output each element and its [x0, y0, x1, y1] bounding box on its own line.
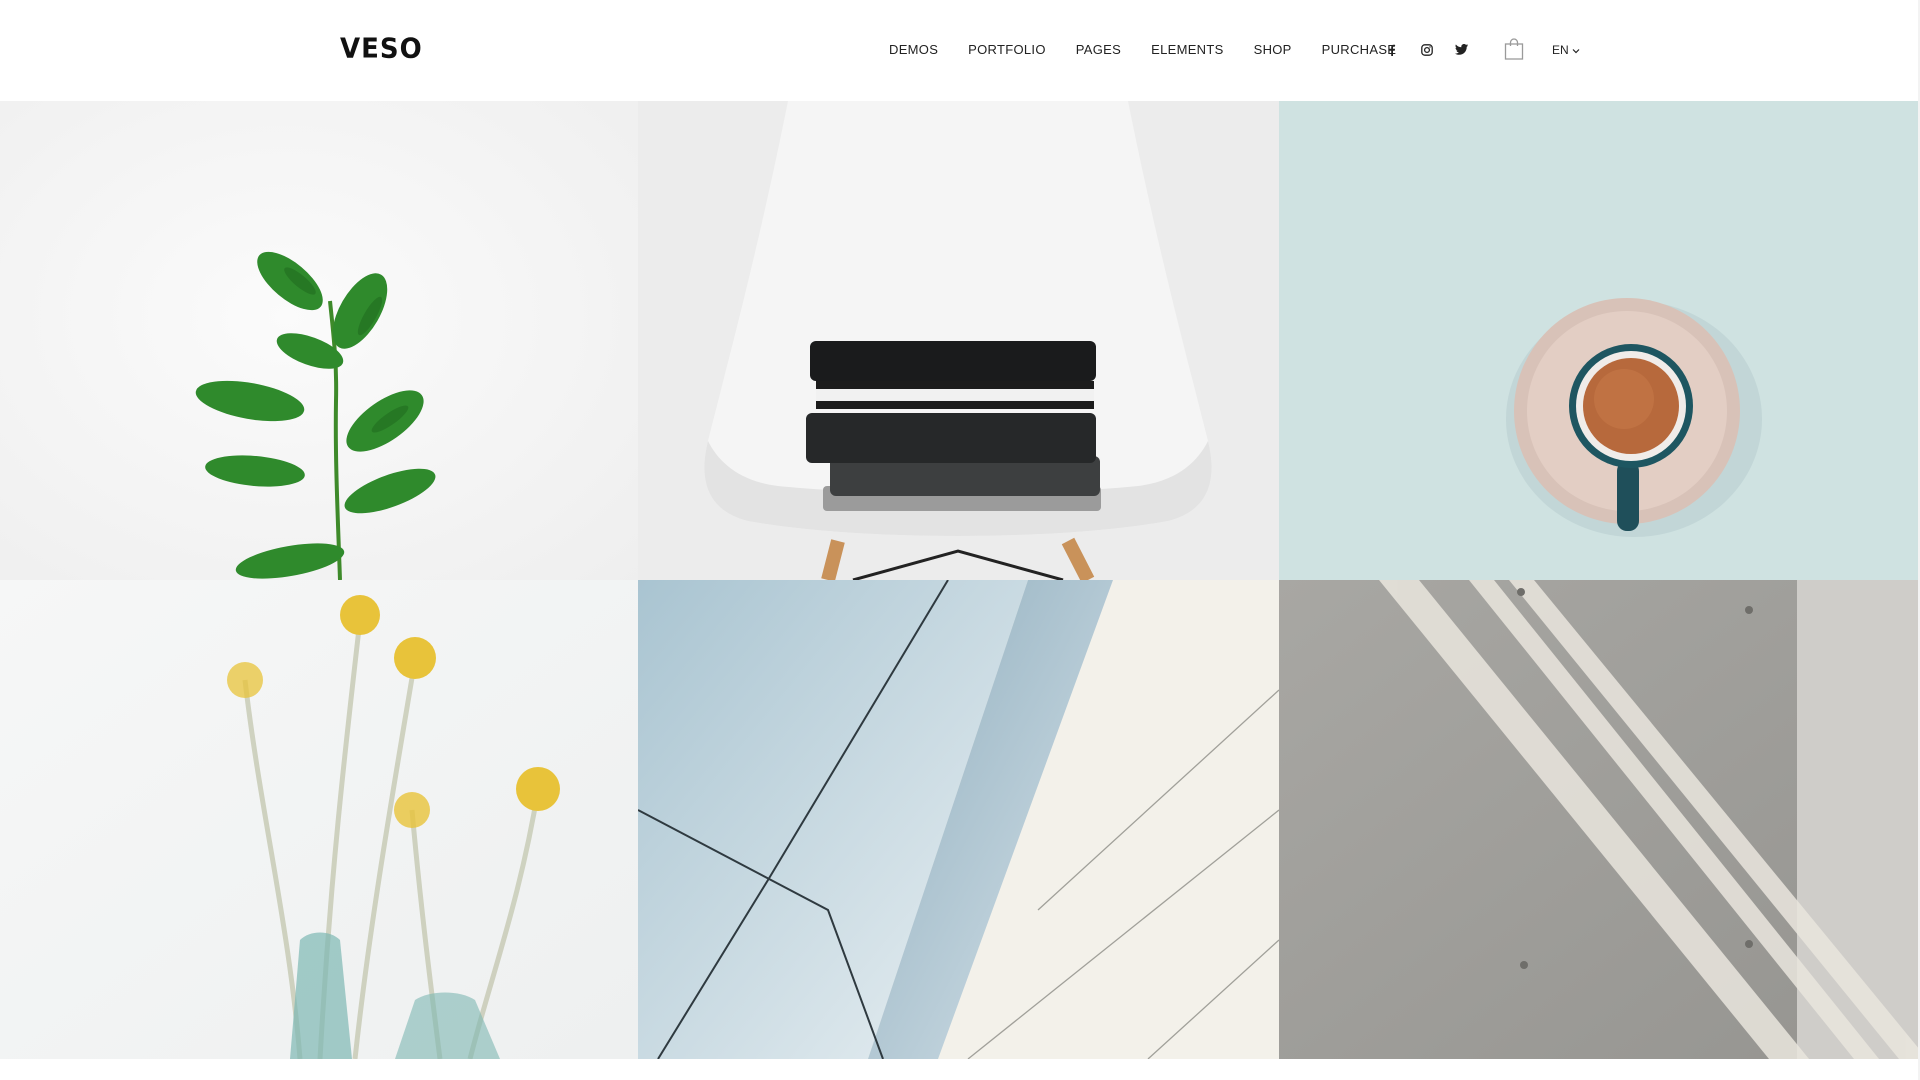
gallery-tile-concrete[interactable]	[1279, 580, 1920, 1059]
shopping-bag-icon[interactable]	[1504, 38, 1524, 60]
main-nav: DEMOS PORTFOLIO PAGES ELEMENTS SHOP PURC…	[889, 42, 1426, 57]
language-label: EN	[1552, 43, 1569, 57]
gallery-tile-coffee[interactable]	[1279, 101, 1920, 580]
nav-item-shop[interactable]: SHOP	[1254, 42, 1292, 57]
social-links	[1384, 42, 1469, 57]
page: VESO DEMOS PORTFOLIO PAGES ELEMENTS SHOP…	[0, 0, 1920, 1080]
portfolio-gallery	[0, 101, 1920, 1059]
nav-item-demos[interactable]: DEMOS	[889, 42, 938, 57]
site-logo[interactable]: VESO	[340, 33, 423, 65]
gallery-tile-flowers[interactable]	[0, 580, 638, 1059]
language-selector[interactable]: EN	[1552, 43, 1580, 57]
site-header: VESO DEMOS PORTFOLIO PAGES ELEMENTS SHOP…	[0, 0, 1920, 101]
nav-item-elements[interactable]: ELEMENTS	[1151, 42, 1223, 57]
nav-item-pages[interactable]: PAGES	[1076, 42, 1121, 57]
gallery-tile-plant[interactable]	[0, 101, 638, 580]
nav-item-portfolio[interactable]: PORTFOLIO	[968, 42, 1046, 57]
instagram-icon[interactable]	[1419, 42, 1434, 57]
facebook-icon[interactable]	[1384, 42, 1399, 57]
gallery-tile-architecture[interactable]	[638, 580, 1279, 1059]
gallery-tile-chair[interactable]	[638, 101, 1279, 580]
twitter-icon[interactable]	[1454, 42, 1469, 57]
chevron-down-icon	[1572, 43, 1580, 57]
